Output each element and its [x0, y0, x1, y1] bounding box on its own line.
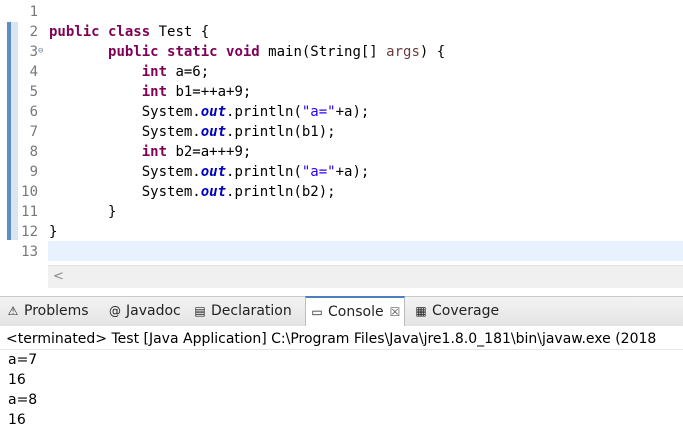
scroll-left-icon[interactable]: < — [53, 269, 64, 284]
code-token: public static void — [108, 44, 260, 60]
code-token: +a); — [335, 104, 370, 120]
code-line[interactable]: 11 } — [0, 202, 683, 222]
code-text: } — [49, 202, 116, 222]
code-line[interactable]: 9 System.out.println("a="+a); — [0, 162, 683, 182]
javadoc-icon: @ — [109, 304, 121, 318]
declaration-icon: ▤ — [194, 304, 206, 318]
code-token: +a); — [335, 164, 370, 180]
line-number: 13 — [21, 244, 38, 260]
line-number: 12 — [21, 224, 38, 240]
code-editor[interactable]: 1 2 public class Test {3 ⊖ public static vo… — [0, 0, 683, 293]
line-number: 11 — [21, 204, 38, 220]
code-token: args — [386, 44, 420, 60]
console-icon: ▭ — [311, 305, 323, 319]
console-output-line: 16 — [8, 372, 26, 388]
line-number: 6 — [29, 104, 38, 120]
console-view: <terminated> Test [Java Application] C:\… — [0, 326, 683, 439]
code-token: int — [141, 64, 168, 80]
line-number: 5 — [29, 84, 38, 100]
close-icon[interactable]: ☒ — [390, 305, 401, 319]
code-text: System.out.println("a="+a); — [49, 162, 370, 182]
code-text: System.out.println(b1); — [49, 122, 336, 142]
coverage-icon: ▦ — [415, 304, 427, 318]
code-line[interactable]: 8 int b2=a+++9; — [0, 142, 683, 162]
code-token: public class — [49, 24, 151, 40]
tab-label: Declaration — [211, 303, 292, 319]
code-token: out — [200, 104, 227, 120]
code-token: "a=" — [301, 164, 336, 180]
console-output-line: a=8 — [8, 392, 38, 408]
line-number: 3 — [29, 44, 38, 60]
tab-label: Javadoc — [126, 303, 181, 319]
tab-label: Problems — [24, 303, 89, 319]
line-number: 4 — [29, 64, 38, 80]
code-token: out — [200, 184, 227, 200]
code-token: System. — [49, 104, 201, 120]
code-text: public static void main(String[] args) { — [49, 42, 445, 62]
code-text: System.out.println(b2); — [49, 182, 336, 202]
code-token: main(String[] — [259, 44, 387, 60]
code-token: .println(b1); — [226, 124, 336, 140]
code-token: .println( — [226, 164, 302, 180]
problems-icon: ⚠ — [7, 304, 19, 318]
code-token: b2=a+++9; — [167, 144, 252, 160]
console-output-line: a=7 — [8, 352, 38, 368]
tab-label: Console — [328, 304, 384, 320]
code-text: int b2=a+++9; — [49, 142, 252, 162]
code-token: out — [200, 124, 227, 140]
line-number: 10 — [21, 184, 38, 200]
code-text: } — [49, 222, 57, 242]
code-token: Test { — [150, 24, 210, 40]
code-token: ) { — [419, 44, 446, 60]
code-line[interactable]: 10 System.out.println(b2); — [0, 182, 683, 202]
tab-problems[interactable]: ⚠ Problems — [6, 297, 89, 326]
horizontal-scrollbar[interactable]: < — [48, 265, 683, 288]
line-number: 2 — [29, 24, 38, 40]
code-token: "a=" — [301, 104, 336, 120]
code-line[interactable]: 12} — [0, 222, 683, 242]
code-token: a=6; — [167, 64, 210, 80]
code-token: out — [200, 164, 227, 180]
code-line[interactable]: 4 int a=6; — [0, 62, 683, 82]
view-tab-bar: ⚠ Problems @ Javadoc ▤ Declaration ▭ Console ☒ ▦ C… — [0, 296, 683, 327]
code-token: b1=++a+9; — [167, 84, 252, 100]
console-output-line: 16 — [8, 412, 26, 428]
code-token: System. — [49, 184, 201, 200]
code-token: } — [49, 224, 58, 240]
tab-javadoc[interactable]: @ Javadoc — [108, 297, 181, 326]
line-number: 9 — [29, 164, 38, 180]
code-token: .println(b2); — [226, 184, 336, 200]
tab-label: Coverage — [432, 303, 500, 319]
code-token: .println( — [226, 104, 302, 120]
code-line[interactable]: 2 public class Test { — [0, 22, 683, 42]
code-line[interactable]: 1 — [0, 2, 683, 22]
console-process-label: <terminated> Test [Java Application] C:\… — [0, 328, 683, 350]
line-number: 8 — [29, 144, 38, 160]
code-token: } — [49, 204, 117, 220]
fold-collapse-icon[interactable]: ⊖ — [38, 47, 47, 56]
code-token: int — [141, 84, 168, 100]
tab-coverage[interactable]: ▦ Coverage — [414, 297, 499, 326]
code-line[interactable]: 5 int b1=++a+9; — [0, 82, 683, 102]
code-line[interactable]: 3 ⊖ public static void main(String[] args… — [0, 42, 683, 62]
code-line[interactable]: 6 System.out.println("a="+a); — [0, 102, 683, 122]
code-token: int — [141, 144, 168, 160]
code-text: System.out.println("a="+a); — [49, 102, 370, 122]
code-token: System. — [49, 164, 201, 180]
tab-declaration[interactable]: ▤ Declaration — [193, 297, 292, 326]
line-number: 1 — [29, 4, 38, 20]
code-line[interactable]: 7 System.out.println(b1); — [0, 122, 683, 142]
code-text: int a=6; — [49, 62, 209, 82]
code-token: System. — [49, 124, 201, 140]
line-number: 7 — [29, 124, 38, 140]
tab-console[interactable]: ▭ Console ☒ — [305, 296, 406, 326]
code-text: int b1=++a+9; — [49, 82, 252, 102]
code-text: public class Test { — [49, 22, 209, 42]
code-line[interactable]: 13 — [0, 242, 683, 262]
